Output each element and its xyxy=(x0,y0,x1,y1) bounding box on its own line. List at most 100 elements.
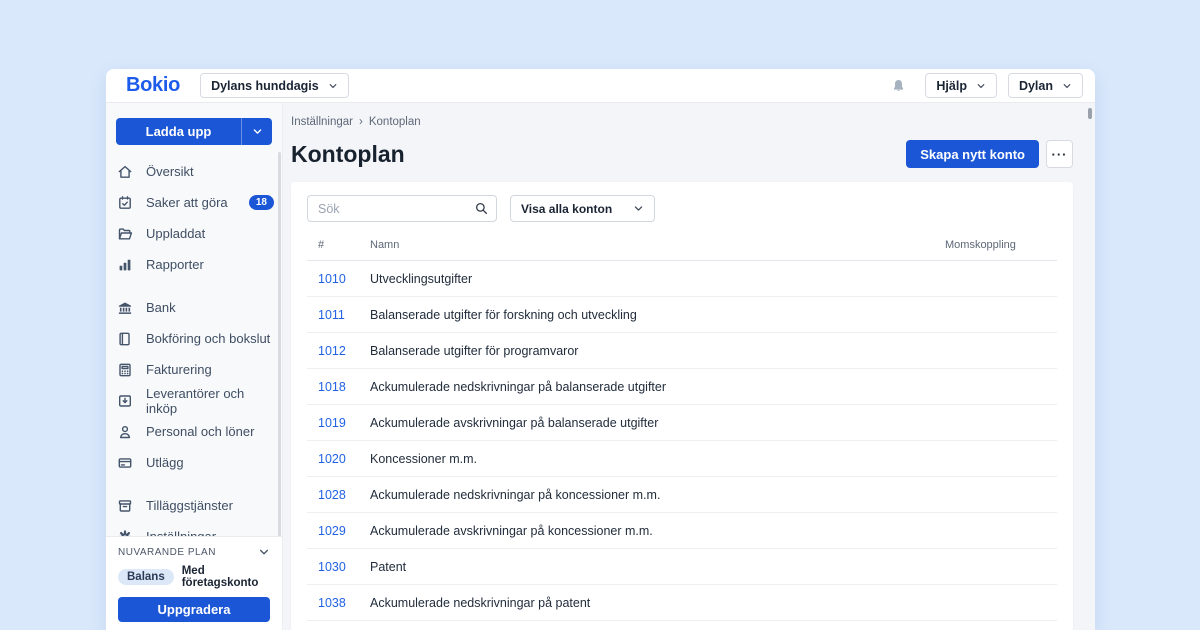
bokio-app-window: Bokio Dylans hunddagis Hjälp Dylan xyxy=(106,69,1095,630)
search-field xyxy=(307,195,497,222)
sidebar-item-label: Utlägg xyxy=(146,455,184,470)
search-input[interactable] xyxy=(307,195,497,222)
sidebar-item-label: Tilläggstjänster xyxy=(146,498,233,513)
sidebar-item-personal-och-loner[interactable]: Personal och löner xyxy=(106,416,282,447)
current-plan-panel: NUVARANDE PLAN Balans Med företagskonto … xyxy=(106,536,282,630)
account-number-link[interactable]: 1028 xyxy=(307,488,361,502)
sidebar-item-label: Rapporter xyxy=(146,257,204,272)
sidebar-item-bokforing-och-bokslut[interactable]: Bokföring och bokslut xyxy=(106,323,282,354)
sidebar-item-bank[interactable]: Bank xyxy=(106,292,282,323)
bank-icon xyxy=(117,300,133,316)
sidebar-item-label: Personal och löner xyxy=(146,424,254,439)
help-label: Hjälp xyxy=(936,79,967,93)
upload-dropdown-button[interactable] xyxy=(241,118,272,145)
account-number-link[interactable]: 1020 xyxy=(307,452,361,466)
account-name: Koncessioner m.m. xyxy=(361,452,945,466)
account-number-link[interactable]: 1010 xyxy=(307,272,361,286)
sidebar-item-label: Bank xyxy=(146,300,176,315)
upgrade-button[interactable]: Uppgradera xyxy=(118,597,270,622)
accounts-card: Visa alla konton # Namn Momskoppling 101… xyxy=(291,182,1073,630)
account-name: Utvecklingsutgifter xyxy=(361,272,945,286)
table-row[interactable]: 1012 Balanserade utgifter för programvar… xyxy=(307,333,1057,369)
breadcrumb-installningar[interactable]: Inställningar xyxy=(291,116,353,128)
breadcrumb-separator: › xyxy=(359,116,363,128)
chevron-down-icon xyxy=(1062,81,1072,91)
sidebar-item-label: Översikt xyxy=(146,164,194,179)
folder-icon xyxy=(117,226,133,242)
sidebar-item-oversikt[interactable]: Översikt xyxy=(106,156,282,187)
sidebar-item-label: Uppladdat xyxy=(146,226,205,241)
account-number-link[interactable]: 1018 xyxy=(307,380,361,394)
account-number-link[interactable]: 1030 xyxy=(307,560,361,574)
user-menu-button[interactable]: Dylan xyxy=(1008,73,1083,98)
sidebar-scrollbar[interactable] xyxy=(278,152,281,553)
account-name: Ackumulerade avskrivningar på balanserad… xyxy=(361,416,945,430)
table-row[interactable]: 1038 Ackumulerade nedskrivningar på pate… xyxy=(307,585,1057,621)
topbar-actions: Hjälp Dylan xyxy=(891,73,1083,98)
person-icon xyxy=(117,424,133,440)
column-momskoppling: Momskoppling xyxy=(945,239,1057,251)
page-title: Kontoplan xyxy=(291,141,405,168)
table-row[interactable]: 1019 Ackumulerade avskrivningar på balan… xyxy=(307,405,1057,441)
chevron-down-icon xyxy=(328,81,338,91)
card-icon xyxy=(117,455,133,471)
more-actions-button[interactable]: ··· xyxy=(1046,140,1073,168)
sidebar-item-uppladdat[interactable]: Uppladdat xyxy=(106,218,282,249)
company-name: Dylans hunddagis xyxy=(211,79,319,93)
account-name: Ackumulerade nedskrivningar på balansera… xyxy=(361,380,945,394)
account-number-link[interactable]: 1038 xyxy=(307,596,361,610)
table-row[interactable]: 1020 Koncessioner m.m. xyxy=(307,441,1057,477)
table-row[interactable]: 1010 Utvecklingsutgifter xyxy=(307,261,1057,297)
current-plan-label: NUVARANDE PLAN xyxy=(118,547,216,558)
sidebar-item-utlagg[interactable]: Utlägg xyxy=(106,447,282,478)
sidebar-item-label: Fakturering xyxy=(146,362,212,377)
account-number-link[interactable]: 1019 xyxy=(307,416,361,430)
main-content: Inställningar › Kontoplan Kontoplan Skap… xyxy=(283,103,1095,630)
sidebar-item-fakturering[interactable]: Fakturering xyxy=(106,354,282,385)
home-icon xyxy=(117,164,133,180)
breadcrumb-kontoplan[interactable]: Kontoplan xyxy=(369,116,421,128)
table-row[interactable]: 1018 Ackumulerade nedskrivningar på bala… xyxy=(307,369,1057,405)
sidebar-item-label: Leverantörer och inköp xyxy=(146,386,274,416)
account-name: Ackumulerade avskrivningar på koncession… xyxy=(361,524,945,538)
table-header: # Namn Momskoppling xyxy=(307,239,1057,261)
chevron-down-icon[interactable] xyxy=(258,546,270,558)
desktop-background: Bokio Dylans hunddagis Hjälp Dylan xyxy=(0,0,1200,630)
top-bar: Bokio Dylans hunddagis Hjälp Dylan xyxy=(106,69,1095,103)
plan-badge: Balans xyxy=(118,569,174,585)
notifications-bell-icon[interactable] xyxy=(891,78,906,94)
chevron-down-icon xyxy=(633,203,644,214)
calculator-icon xyxy=(117,362,133,378)
account-filter-select[interactable]: Visa alla konton xyxy=(510,195,655,222)
sidebar-item-tillaggstjanster[interactable]: Tilläggstjänster xyxy=(106,490,282,521)
calendar-check-icon xyxy=(117,195,133,211)
table-row[interactable]: 1028 Ackumulerade nedskrivningar på konc… xyxy=(307,477,1057,513)
create-account-button[interactable]: Skapa nytt konto xyxy=(906,140,1039,168)
table-row[interactable]: 1029 Ackumulerade avskrivningar på konce… xyxy=(307,513,1057,549)
sidebar-item-saker-att-gora[interactable]: Saker att göra 18 xyxy=(106,187,282,218)
search-icon[interactable] xyxy=(474,201,489,216)
sidebar-nav: Översikt Saker att göra 18 Uppladdat Rap… xyxy=(106,156,282,552)
account-name: Patent xyxy=(361,560,945,574)
account-name: Ackumulerade nedskrivningar på patent xyxy=(361,596,945,610)
account-name: Ackumulerade nedskrivningar på koncessio… xyxy=(361,488,945,502)
table-row[interactable]: 1011 Balanserade utgifter för forskning … xyxy=(307,297,1057,333)
sidebar: Ladda upp Översikt Saker att göra 18 Upp… xyxy=(106,103,283,630)
company-selector[interactable]: Dylans hunddagis xyxy=(200,73,349,98)
table-row[interactable]: 1030 Patent xyxy=(307,549,1057,585)
chevron-down-icon xyxy=(976,81,986,91)
bokio-logo: Bokio xyxy=(126,74,180,97)
account-name: Balanserade utgifter för programvaror xyxy=(361,344,945,358)
content-scrollbar[interactable] xyxy=(1088,108,1092,119)
sidebar-item-label: Bokföring och bokslut xyxy=(146,331,270,346)
account-number-link[interactable]: 1011 xyxy=(307,308,361,322)
upload-button[interactable]: Ladda upp xyxy=(116,118,241,145)
sidebar-item-rapporter[interactable]: Rapporter xyxy=(106,249,282,280)
sidebar-item-leverantorer-och-inkop[interactable]: Leverantörer och inköp xyxy=(106,385,282,416)
drawer-icon xyxy=(117,498,133,514)
account-number-link[interactable]: 1029 xyxy=(307,524,361,538)
account-number-link[interactable]: 1012 xyxy=(307,344,361,358)
inbox-down-icon xyxy=(117,393,133,409)
help-menu-button[interactable]: Hjälp xyxy=(925,73,997,98)
breadcrumb: Inställningar › Kontoplan xyxy=(291,116,1073,128)
